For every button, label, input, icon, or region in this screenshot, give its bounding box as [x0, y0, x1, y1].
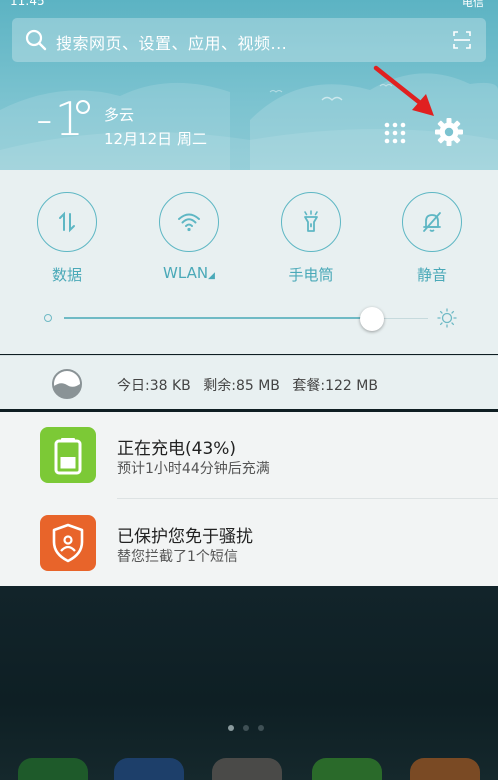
- tile-label: WLAN◢: [149, 264, 229, 282]
- notification-list: 正在充电(43%) 预计1小时44分钟后充满 已保护您免于骚扰 替您拦截了1个短…: [0, 412, 498, 586]
- dock-app-icon[interactable]: [18, 758, 88, 780]
- page-dot: [258, 725, 264, 731]
- degree-symbol: [76, 100, 90, 114]
- weather-date: 12月12日 周二: [104, 130, 207, 148]
- tile-flashlight[interactable]: 手电筒: [271, 192, 351, 285]
- tile-label: 手电筒: [288, 266, 334, 284]
- notification-subtitle: 替您拦截了1个短信: [117, 549, 238, 565]
- data-transfer-icon: [59, 211, 75, 233]
- brightness-thumb[interactable]: [360, 307, 384, 331]
- tile-label: 数据: [51, 266, 82, 284]
- data-remaining: 剩余:85 MB: [203, 378, 280, 394]
- battery-icon: [40, 427, 96, 483]
- notification-title: 正在充电(43%): [117, 439, 237, 459]
- status-bar: 11:45 电信: [0, 0, 498, 10]
- red-arrow-annotation: [373, 65, 434, 116]
- brightness-high-icon: [437, 308, 457, 328]
- tile-mute[interactable]: 静音: [392, 192, 472, 285]
- home-screen-background: [0, 586, 498, 780]
- dock-app-icon[interactable]: [114, 758, 184, 780]
- brightness-low-icon: [44, 314, 52, 322]
- data-usage-panel[interactable]: 今日:38 KB 剩余:85 MB 套餐:122 MB: [0, 355, 498, 409]
- notification-subtitle: 预计1小时44分钟后充满: [117, 461, 270, 477]
- flashlight-icon: [304, 210, 318, 232]
- dock-app-icon[interactable]: [312, 758, 382, 780]
- status-time: 11:45: [10, 0, 45, 8]
- data-plan: 套餐:122 MB: [292, 378, 378, 394]
- search-bar[interactable]: 搜索网页、设置、应用、视频...: [12, 18, 486, 62]
- tile-wlan[interactable]: WLAN◢: [149, 192, 229, 282]
- dock-app-icon[interactable]: [212, 758, 282, 780]
- tile-label: 静音: [416, 266, 447, 284]
- page-dot: [228, 725, 234, 731]
- tile-mute-circle: [402, 192, 462, 252]
- weather-condition: 多云: [104, 106, 135, 124]
- brightness-slider[interactable]: [44, 306, 464, 331]
- search-icon: [25, 29, 47, 51]
- notification-header: 11:45 电信 搜索网页、设置、应用、视频... -1 多云 12月12日 周…: [0, 0, 498, 172]
- data-usage-text: 今日:38 KB 剩余:85 MB 套餐:122 MB: [117, 375, 386, 395]
- mute-bell-icon: [423, 212, 441, 232]
- scan-icon[interactable]: [452, 30, 472, 50]
- data-today: 今日:38 KB: [117, 378, 191, 394]
- notification-charging[interactable]: 正在充电(43%) 预计1小时44分钟后充满: [0, 412, 498, 499]
- data-usage-gauge-icon: [52, 369, 82, 399]
- tile-wlan-label: WLAN: [163, 264, 209, 282]
- notification-protection[interactable]: 已保护您免于骚扰 替您拦截了1个短信: [0, 500, 498, 586]
- brightness-track-filled: [64, 317, 370, 319]
- page-indicator: [228, 716, 273, 735]
- shield-icon: [40, 515, 96, 571]
- page-dot: [243, 725, 249, 731]
- app-grid-icon[interactable]: [384, 122, 406, 144]
- notification-title: 已保护您免于骚扰: [117, 527, 253, 547]
- search-placeholder: 搜索网页、设置、应用、视频...: [56, 34, 288, 53]
- tile-mobile-data-circle: [37, 192, 97, 252]
- brightness-track-empty: [382, 317, 428, 319]
- expand-triangle-icon: ◢: [208, 271, 215, 281]
- dock-app-icon[interactable]: [410, 758, 480, 780]
- tile-wlan-circle: [159, 192, 219, 252]
- wifi-icon: [178, 213, 200, 232]
- status-carrier: 电信: [462, 0, 484, 9]
- tile-mobile-data[interactable]: 数据: [27, 192, 107, 285]
- quick-settings-panel: 数据 WLAN◢ 手电筒 静音: [0, 170, 498, 354]
- tile-flashlight-circle: [281, 192, 341, 252]
- divider: [117, 498, 498, 499]
